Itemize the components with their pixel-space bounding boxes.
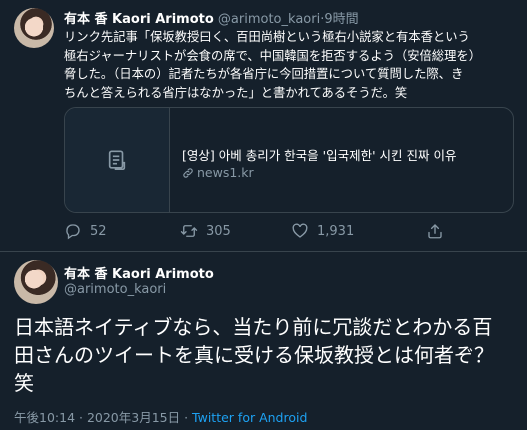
- tweet-text-line: 日本語ネイティブなら、当たり前に冗談だとわかる百: [14, 315, 493, 339]
- handle[interactable]: @arimoto_kaori: [218, 12, 320, 27]
- tweet-text-line: 脅した。（日本の）記者たちが各省庁に今回措置について質問した際、き: [64, 67, 464, 81]
- share-button[interactable]: [426, 222, 444, 240]
- link-icon: [183, 167, 193, 178]
- display-name[interactable]: 有本 香 Kaori Arimoto: [64, 263, 214, 282]
- like-icon: [292, 223, 308, 238]
- like-button[interactable]: 1,931: [291, 222, 354, 240]
- tweet-text-line: 田さんのツイートを真に受ける保坂教授とは何者ぞ？: [14, 343, 494, 367]
- card-domain-text: news1.kr: [197, 165, 254, 180]
- like-count: 1,931: [317, 223, 355, 239]
- handle[interactable]: @arimoto_kaori: [64, 282, 166, 297]
- avatar[interactable]: [14, 260, 58, 304]
- card-title[interactable]: [영상] 아베 총리가 한국을 '입국제한' 시킨 진짜 이유: [182, 145, 456, 164]
- retweet-count: 305: [206, 223, 231, 239]
- reply-icon: [66, 224, 80, 240]
- tweet-text-line: ちんと答えられる省庁はなかった」と書かれてあるそうだ。笑: [64, 85, 408, 100]
- avatar[interactable]: [14, 8, 54, 48]
- share-icon: [428, 224, 442, 239]
- source-link[interactable]: Twitter for Android: [192, 410, 307, 425]
- link-card[interactable]: [영상] 아베 총리가 한국을 '입국제한' 시킨 진짜 이유 news1.kr: [64, 107, 514, 213]
- reply-count: 52: [90, 223, 107, 239]
- tweet-text: リンク先記事「保坂教授曰く、百田尚樹という極右小説家と有本香という 極右ジャーナ…: [64, 28, 516, 102]
- timestamp[interactable]: 9時間: [324, 12, 358, 27]
- retweet-button[interactable]: 305: [180, 222, 231, 240]
- document-icon: [108, 150, 126, 170]
- card-thumbnail: [65, 108, 170, 212]
- tweet-parent[interactable]: 有本 香 Kaori Arimoto @arimoto_kaori·9時間 リン…: [0, 0, 527, 252]
- tweet-text-line: 笑: [14, 371, 34, 395]
- tweet-text-line: 極右ジャーナリストが会食の席で、中国韓国を拒否するよう（安倍総理を）: [64, 48, 481, 63]
- tweet-timestamp[interactable]: 午後10:14 · 2020年3月15日 ·: [14, 410, 192, 425]
- reply-button[interactable]: 52: [64, 222, 107, 240]
- tweet-text: 日本語ネイティブなら、当たり前に冗談だとわかる百 田さんのツイートを真に受ける保…: [14, 313, 519, 397]
- tweet-header: 有本 香 Kaori Arimoto @arimoto_kaori·9時間: [64, 8, 359, 27]
- tweet-text-line: リンク先記事「保坂教授曰く、百田尚樹という極右小説家と有本香という: [64, 30, 470, 44]
- tweet-meta: 午後10:14 · 2020年3月15日 · Twitter for Andro…: [14, 407, 307, 426]
- display-name[interactable]: 有本 香 Kaori Arimoto: [64, 12, 214, 27]
- retweet-icon: [180, 225, 198, 237]
- tweet-actions: 52 305 1,931: [64, 222, 484, 242]
- card-domain: news1.kr: [182, 165, 254, 180]
